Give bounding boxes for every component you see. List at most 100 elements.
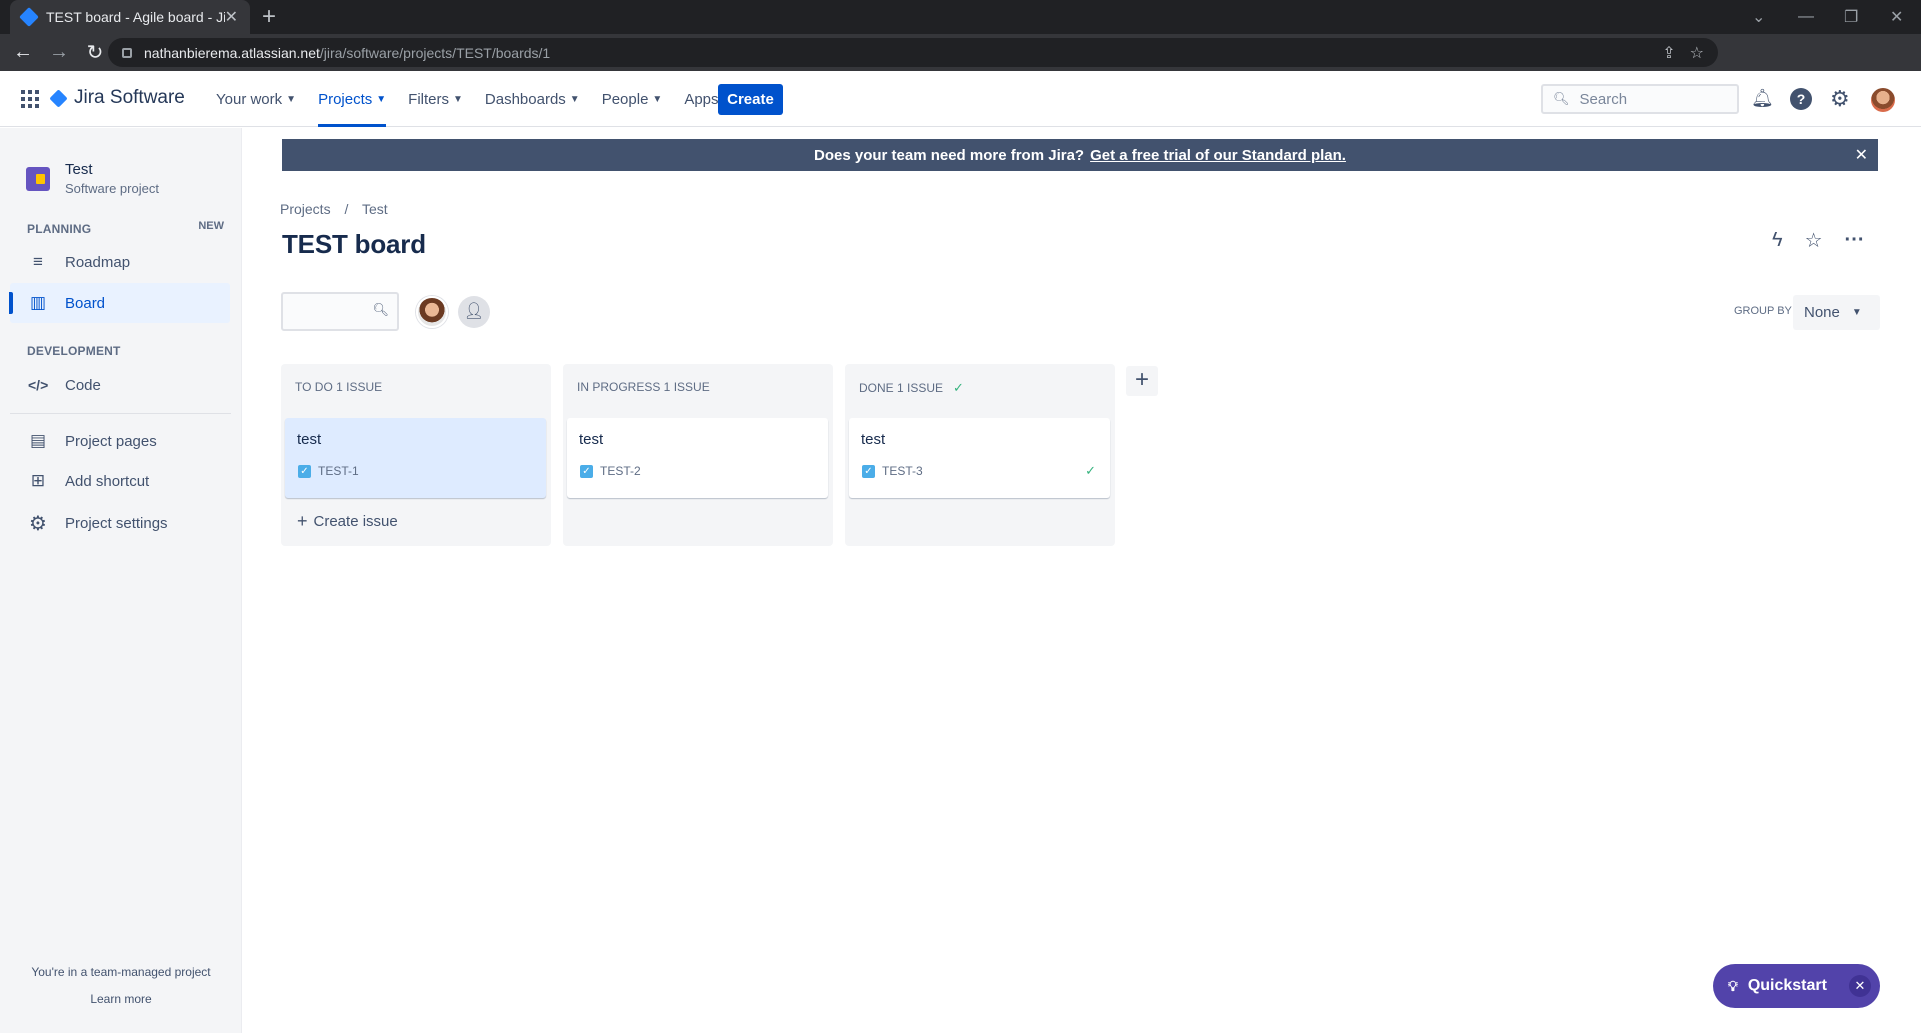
create-issue-button[interactable]: + Create issue [297, 511, 398, 532]
nav-projects[interactable]: Projects ▼ [318, 71, 387, 127]
card-title: test [579, 431, 604, 448]
issue-card[interactable]: test ✓ TEST-3 ✓ [849, 418, 1110, 498]
lock-icon [122, 47, 132, 58]
nav-people[interactable]: People ▼ [602, 71, 663, 127]
assignee-avatar-filter[interactable] [416, 296, 448, 328]
upgrade-banner: Does your team need more from Jira? Get … [282, 139, 1878, 171]
board-search-input[interactable]: 🔍︎ [281, 292, 399, 331]
nav-dashboards[interactable]: Dashboards ▼ [485, 71, 580, 127]
issue-key: TEST-2 [600, 464, 641, 478]
jira-logo[interactable]: Jira Software [49, 87, 185, 109]
chevron-down-icon: ▼ [1851, 307, 1862, 318]
lightbulb-icon: 💡︎ [1728, 977, 1738, 994]
column-header[interactable]: IN PROGRESS 1 ISSUE [577, 380, 710, 394]
app-switcher-icon[interactable] [21, 90, 39, 108]
group-by-label: GROUP BY [1734, 305, 1792, 317]
group-by-select[interactable]: None ▼ [1793, 295, 1880, 330]
board-columns-icon: ▥ [29, 293, 47, 312]
planning-heading: PLANNING [27, 222, 92, 236]
banner-text: Does your team need more from Jira? [814, 146, 1085, 164]
issue-card[interactable]: test ✓ TEST-2 [567, 418, 828, 498]
notifications-icon[interactable]: 🔔︎ [1751, 88, 1774, 109]
task-checkbox-icon: ✓ [298, 464, 311, 478]
star-icon[interactable]: ☆ [1805, 228, 1823, 253]
bookmark-star-icon[interactable]: ☆ [1690, 43, 1704, 63]
more-actions-icon[interactable]: ··· [1845, 229, 1865, 252]
breadcrumb-test[interactable]: Test [362, 201, 388, 217]
done-check-icon: ✓ [953, 380, 964, 395]
browser-tab[interactable]: TEST board - Agile board - Jira ✕ [10, 0, 250, 34]
jira-diamond-icon [49, 88, 68, 108]
close-tab-icon[interactable]: ✕ [225, 7, 238, 27]
close-quickstart-icon[interactable]: ✕ [1849, 975, 1871, 997]
done-check-icon: ✓ [1085, 463, 1096, 478]
development-heading: DEVELOPMENT [27, 344, 121, 358]
automation-bolt-icon[interactable]: ϟ [1772, 229, 1783, 252]
new-badge: NEW [198, 220, 224, 232]
help-icon[interactable]: ? [1790, 88, 1812, 110]
back-icon[interactable]: ← [8, 41, 38, 64]
team-managed-note: You're in a team-managed project [31, 965, 211, 979]
address-bar[interactable]: nathanbierema.atlassian.net/jira/softwar… [108, 38, 1718, 67]
project-avatar-icon [26, 166, 50, 191]
project-sidebar: Test Software project PLANNING NEW ≡ Roa… [0, 128, 242, 1033]
tab-title: TEST board - Agile board - Jira [46, 9, 225, 25]
reload-icon[interactable]: ↻ [80, 40, 110, 65]
breadcrumb: Projects / Test [280, 201, 388, 217]
board-column-in-progress: IN PROGRESS 1 ISSUE test ✓ TEST-2 [563, 364, 833, 546]
sidebar-item-project-pages[interactable]: ▤ Project pages [10, 421, 230, 461]
sidebar-item-board[interactable]: ▥ Board [9, 283, 230, 323]
settings-gear-icon: ⚙ [29, 512, 47, 535]
breadcrumb-projects[interactable]: Projects [280, 201, 331, 217]
page-icon: ▤ [29, 431, 47, 450]
free-trial-link[interactable]: Get a free trial of our Standard plan. [1090, 147, 1346, 164]
jira-favicon-icon [19, 7, 39, 27]
add-people-icon[interactable]: 👤︎ [458, 296, 490, 328]
jira-top-nav: Jira Software Your work ▼ Projects ▼ Filte… [0, 71, 1921, 127]
add-shortcut-icon: ⊞ [30, 471, 46, 490]
dismiss-banner-icon[interactable]: ✕ [1855, 145, 1868, 165]
search-icon: 🔍︎ [1553, 91, 1570, 106]
sidebar-item-project-settings[interactable]: ⚙ Project settings [10, 503, 230, 543]
chevron-down-icon: ▼ [453, 93, 463, 105]
task-checkbox-icon: ✓ [580, 464, 593, 478]
quickstart-button[interactable]: 💡︎ Quickstart ✕ [1713, 964, 1880, 1008]
user-avatar[interactable] [1871, 88, 1895, 112]
issue-key: TEST-1 [318, 464, 359, 478]
search-placeholder: Search [1579, 90, 1628, 108]
board-column-done: DONE 1 ISSUE ✓ test ✓ TEST-3 ✓ [845, 364, 1115, 546]
create-button[interactable]: Create [718, 84, 783, 115]
column-header[interactable]: TO DO 1 ISSUE [295, 380, 382, 394]
sidebar-divider [10, 413, 231, 414]
minimize-icon[interactable]: — [1798, 0, 1814, 34]
project-header[interactable]: Test Software project [26, 161, 159, 196]
sidebar-item-code[interactable]: </> Code [10, 365, 230, 405]
settings-gear-icon[interactable]: ⚙ [1830, 88, 1850, 110]
url-path: /jira/software/projects/TEST/boards/1 [319, 44, 551, 61]
page-title: TEST board [282, 229, 426, 259]
url-host: nathanbierema.atlassian.net [144, 44, 320, 61]
forward-icon[interactable]: → [44, 41, 74, 64]
restore-icon[interactable]: ❐ [1844, 0, 1858, 34]
share-icon[interactable]: ⇪ [1662, 43, 1675, 63]
window-close-icon[interactable]: ✕ [1890, 0, 1903, 34]
sidebar-item-add-shortcut[interactable]: ⊞ Add shortcut [10, 461, 230, 501]
browser-tab-bar: TEST board - Agile board - Jira ✕ + ⌄ — … [0, 0, 1921, 34]
chevron-down-icon: ▼ [376, 93, 387, 105]
search-icon: 🔍︎ [372, 302, 389, 317]
learn-more-link[interactable]: Learn more [0, 992, 242, 1006]
tab-search-icon[interactable]: ⌄ [1752, 0, 1765, 34]
chevron-down-icon: ▼ [569, 93, 580, 105]
search-input[interactable]: 🔍︎ Search [1541, 84, 1739, 114]
chevron-down-icon: ▼ [652, 93, 663, 105]
nav-your-work[interactable]: Your work ▼ [216, 71, 296, 127]
new-tab-icon[interactable]: + [262, 4, 276, 30]
column-header[interactable]: DONE 1 ISSUE ✓ [859, 380, 964, 396]
add-column-button[interactable]: + [1126, 366, 1158, 396]
roadmap-icon: ≡ [33, 252, 43, 271]
code-icon: </> [28, 377, 49, 393]
project-type: Software project [65, 181, 159, 196]
issue-card[interactable]: test ✓ TEST-1 [285, 418, 546, 498]
sidebar-item-roadmap[interactable]: ≡ Roadmap [10, 242, 230, 282]
nav-filters[interactable]: Filters ▼ [408, 71, 463, 127]
